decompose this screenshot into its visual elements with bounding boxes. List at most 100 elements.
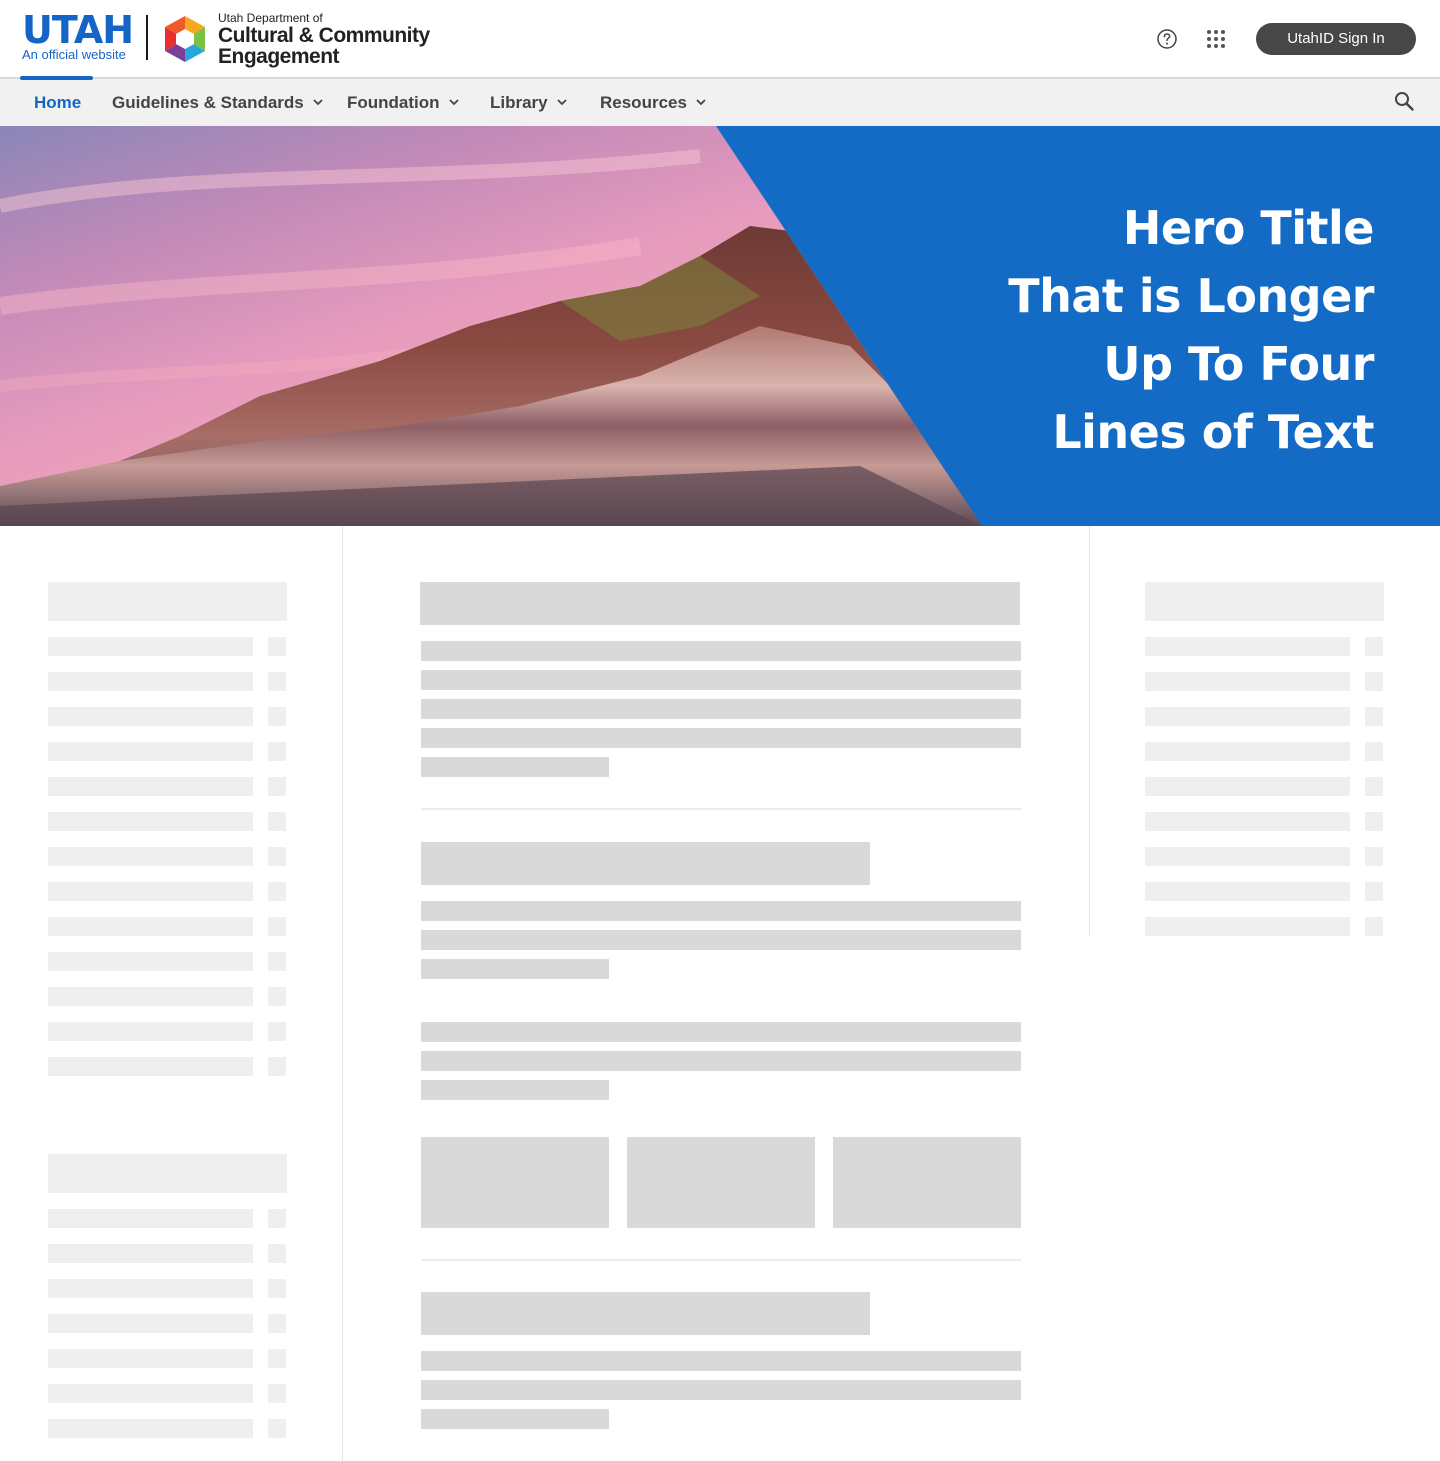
chevron-down-icon — [448, 99, 459, 106]
list-item-count-placeholder — [268, 882, 286, 901]
hero-title-line: Up To Four — [1103, 337, 1374, 391]
search-icon[interactable] — [1393, 90, 1415, 112]
list-item-text-placeholder — [48, 1209, 253, 1228]
list-item-count-placeholder — [268, 1314, 286, 1333]
list-item-text-placeholder — [1145, 742, 1350, 761]
list-item-text-placeholder — [48, 812, 253, 831]
list-item-text-placeholder — [48, 847, 253, 866]
card-placeholder — [421, 1137, 609, 1228]
grid-apps-icon[interactable] — [1204, 27, 1228, 51]
nav-item-foundation[interactable]: Foundation — [347, 79, 460, 126]
hero-title-line: That is Longer — [1008, 269, 1374, 323]
list-item-count-placeholder — [268, 1279, 286, 1298]
list-item-count-placeholder — [1365, 777, 1383, 796]
list-item-count-placeholder — [268, 1022, 286, 1041]
nav-item-library[interactable]: Library — [490, 79, 568, 126]
list-item-count-placeholder — [268, 1209, 286, 1228]
chevron-down-icon — [313, 99, 323, 106]
chevron-down-icon — [557, 99, 567, 106]
subheading-placeholder — [421, 842, 870, 885]
hero-title-line: Hero Title — [1122, 201, 1375, 255]
nav-item-guidelines-standards[interactable]: Guidelines & Standards — [112, 79, 324, 126]
list-item-count-placeholder — [1365, 847, 1383, 866]
list-item-count-placeholder — [268, 952, 286, 971]
list-item-count-placeholder — [1365, 672, 1383, 691]
nav-item-label: Guidelines & Standards — [112, 93, 304, 112]
text-line-placeholder — [421, 728, 1021, 748]
list-item-text-placeholder — [48, 1349, 253, 1368]
list-item-text-placeholder — [1145, 917, 1350, 936]
list-item-count-placeholder — [268, 672, 286, 691]
list-item-text-placeholder — [1145, 672, 1350, 691]
list-item-text-placeholder — [48, 882, 253, 901]
list-item-text-placeholder — [1145, 777, 1350, 796]
text-line-placeholder — [421, 1380, 1021, 1400]
nav-item-label: Resources — [600, 93, 687, 112]
list-item-count-placeholder — [1365, 882, 1383, 901]
nav-item-label: Home — [34, 93, 82, 112]
card-placeholder — [627, 1137, 815, 1228]
text-line-placeholder — [421, 1351, 1021, 1371]
sidebar-heading-placeholder — [48, 1154, 287, 1193]
list-item-count-placeholder — [268, 707, 286, 726]
hero-title-line: Lines of Text — [1052, 405, 1374, 459]
list-item-text-placeholder — [48, 672, 253, 691]
list-item-text-placeholder — [48, 1314, 253, 1333]
right-column-divider — [1089, 526, 1090, 936]
list-item-text-placeholder — [48, 1419, 253, 1438]
text-line-placeholder — [421, 641, 1021, 661]
sidebar-heading-placeholder — [1145, 582, 1384, 621]
list-item-text-placeholder — [1145, 847, 1350, 866]
sidebar-heading-placeholder — [48, 582, 287, 621]
text-line-placeholder — [421, 1022, 1021, 1042]
hero-banner: Hero Title That is Longer Up To Four Lin… — [0, 126, 1440, 526]
list-item-text-placeholder — [48, 742, 253, 761]
list-item-count-placeholder — [268, 847, 286, 866]
list-item-count-placeholder — [1365, 917, 1383, 936]
nav-item-label: Foundation — [347, 93, 440, 112]
list-item-count-placeholder — [1365, 742, 1383, 761]
text-line-placeholder — [421, 757, 609, 777]
list-item-text-placeholder — [48, 952, 253, 971]
list-item-text-placeholder — [48, 1244, 253, 1263]
utahid-sign-in-button[interactable]: UtahID Sign In — [1256, 23, 1416, 55]
list-item-count-placeholder — [268, 917, 286, 936]
text-line-placeholder — [421, 1409, 609, 1429]
list-item-text-placeholder — [1145, 637, 1350, 656]
list-item-text-placeholder — [48, 777, 253, 796]
text-line-placeholder — [421, 1080, 609, 1100]
list-item-count-placeholder — [268, 1349, 286, 1368]
list-item-text-placeholder — [48, 987, 253, 1006]
list-item-count-placeholder — [268, 1244, 286, 1263]
question-circle-icon[interactable] — [1156, 28, 1178, 50]
nav-item-resources[interactable]: Resources — [600, 79, 707, 126]
agency-name-line3: Engagement — [218, 45, 340, 68]
main-navigation: Home Guidelines & Standards Foundation L… — [0, 76, 1440, 126]
list-item-count-placeholder — [268, 742, 286, 761]
list-item-count-placeholder — [268, 987, 286, 1006]
list-item-text-placeholder — [1145, 707, 1350, 726]
list-item-count-placeholder — [1365, 707, 1383, 726]
text-line-placeholder — [421, 901, 1021, 921]
agency-name[interactable]: Utah Department of Cultural & Community … — [218, 12, 430, 68]
list-item-count-placeholder — [268, 1057, 286, 1076]
subheading-placeholder — [421, 1292, 870, 1335]
text-line-placeholder — [421, 930, 1021, 950]
text-line-placeholder — [421, 1051, 1021, 1071]
list-item-count-placeholder — [268, 777, 286, 796]
list-item-text-placeholder — [48, 1384, 253, 1403]
text-line-placeholder — [421, 670, 1021, 690]
section-divider — [421, 808, 1021, 810]
nav-item-home[interactable]: Home — [34, 79, 81, 126]
list-item-count-placeholder — [268, 812, 286, 831]
list-item-text-placeholder — [48, 917, 253, 936]
nav-item-label: Library — [490, 93, 548, 112]
list-item-count-placeholder — [1365, 637, 1383, 656]
agency-hexagon-logo-icon[interactable] — [160, 14, 210, 64]
list-item-count-placeholder — [268, 637, 286, 656]
list-item-count-placeholder — [268, 1384, 286, 1403]
main-heading-placeholder — [420, 582, 1020, 625]
card-placeholder — [833, 1137, 1021, 1228]
list-item-text-placeholder — [48, 1057, 253, 1076]
utah-logo[interactable]: UTAH An official website — [22, 10, 134, 62]
